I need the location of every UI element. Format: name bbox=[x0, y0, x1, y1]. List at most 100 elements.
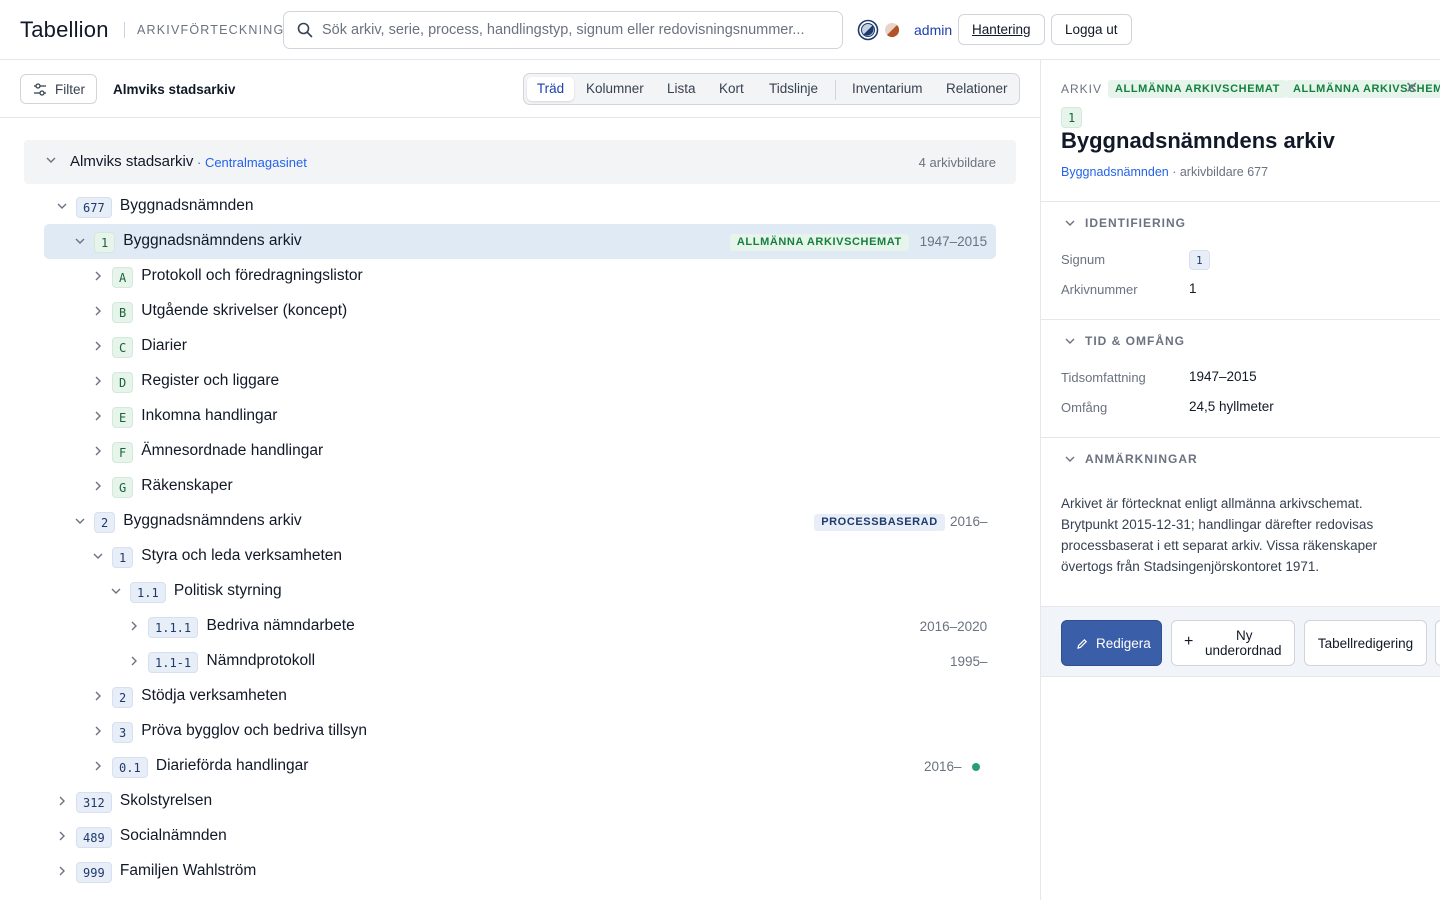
tree-row[interactable]: 1.1.1 Bedriva nämndarbete 2016–2020 bbox=[44, 609, 996, 644]
tree-row[interactable]: 1 Styra och leda verksamheten bbox=[44, 539, 996, 574]
divider bbox=[1041, 319, 1440, 320]
date-range: 2016–2020 bbox=[919, 619, 988, 634]
reference-code-badge: 489 bbox=[76, 827, 112, 848]
chevron-down-icon[interactable] bbox=[75, 236, 85, 246]
search-box[interactable] bbox=[283, 11, 843, 49]
tree-row[interactable]: 2 Byggnadsnämndens arkiv 2016– PROCESSBASER… bbox=[44, 504, 996, 539]
tree-row[interactable]: D Register och liggare bbox=[44, 364, 996, 399]
signum-label: Signum bbox=[1061, 252, 1106, 267]
chevron-right-icon[interactable] bbox=[129, 656, 139, 666]
chevron-right-icon[interactable] bbox=[93, 726, 103, 736]
sliders-icon bbox=[34, 83, 46, 96]
extent-value: 24,5 hyllmeter bbox=[1189, 399, 1274, 414]
tab-columns[interactable]: Kolumner bbox=[586, 77, 644, 101]
parent-link[interactable]: Byggnadsnämnden bbox=[1061, 165, 1169, 179]
close-icon[interactable]: ✕ bbox=[1405, 78, 1418, 98]
chevron-right-icon[interactable] bbox=[93, 271, 103, 281]
chevron-right-icon[interactable] bbox=[93, 761, 103, 771]
chevron-right-icon[interactable] bbox=[93, 376, 103, 386]
tree-row[interactable]: 312 Skolstyrelsen bbox=[44, 784, 996, 819]
tree-row[interactable]: 1.1-1 Nämndprotokoll 1995– bbox=[44, 644, 996, 679]
tab-relations[interactable]: Relationer bbox=[946, 77, 1008, 101]
chevron-down-icon bbox=[1065, 456, 1075, 462]
tree-row[interactable]: 999 Familjen Wahlström bbox=[44, 854, 996, 889]
view-divider bbox=[835, 80, 836, 100]
search-input[interactable] bbox=[322, 12, 837, 48]
reference-code-badge: C bbox=[112, 337, 134, 358]
color-theme-icon[interactable] bbox=[884, 22, 900, 38]
tree-item-label: Byggnadsnämndens arkiv bbox=[123, 512, 302, 529]
tab-tree[interactable]: Träd bbox=[527, 77, 574, 101]
tree-row[interactable]: 2 Stödja verksamheten bbox=[44, 679, 996, 714]
search-icon bbox=[297, 22, 313, 38]
more-actions-button[interactable] bbox=[1435, 620, 1440, 666]
tab-list[interactable]: Lista bbox=[667, 77, 696, 101]
tree-row[interactable]: 1.1 Politisk styrning bbox=[44, 574, 996, 609]
tab-inventory[interactable]: Inventarium bbox=[852, 77, 923, 101]
tab-timeline[interactable]: Tidslinje bbox=[769, 77, 818, 101]
table-edit-button[interactable]: Tabellredigering bbox=[1304, 620, 1427, 666]
chevron-right-icon[interactable] bbox=[57, 796, 67, 806]
new-child-button[interactable]: + Ny underordnad bbox=[1171, 620, 1295, 666]
date-range: 1995– bbox=[950, 654, 988, 669]
chevron-right-icon[interactable] bbox=[57, 831, 67, 841]
app-logo[interactable]: Tabellion bbox=[20, 17, 109, 43]
logout-button[interactable]: Logga ut bbox=[1051, 14, 1132, 45]
manage-button[interactable]: Hantering bbox=[958, 14, 1045, 45]
chevron-right-icon[interactable] bbox=[129, 621, 139, 631]
tree-row[interactable]: B Utgående skrivelser (koncept) bbox=[44, 294, 996, 329]
tree-row[interactable]: 0.1 Diarieförda handlingar 2016– bbox=[44, 749, 996, 784]
extent-label: Omfång bbox=[1061, 400, 1108, 415]
tree-row[interactable]: 3 Pröva bygglov och bedriva tillsyn bbox=[44, 714, 996, 749]
logo-divider bbox=[124, 22, 125, 38]
breadcrumb[interactable]: Almviks stadsarkiv bbox=[113, 82, 235, 97]
tree-row[interactable]: A Protokoll och föredragningslistor bbox=[44, 259, 996, 294]
repository-row[interactable]: Almviks stadsarkiv · Centralmagasinet 4 … bbox=[24, 140, 1016, 184]
current-user[interactable]: admin bbox=[914, 22, 952, 38]
chevron-right-icon[interactable] bbox=[93, 446, 103, 456]
schema-tag: PROCESSBASERAD bbox=[814, 514, 945, 531]
edit-button[interactable]: Redigera bbox=[1061, 620, 1162, 666]
reference-code-badge: G bbox=[112, 477, 134, 498]
tree-row[interactable]: 489 Socialnämnden bbox=[44, 819, 996, 854]
tree-row[interactable]: F Ämnesordnade handlingar bbox=[44, 434, 996, 469]
tree-row[interactable]: G Räkenskaper bbox=[44, 469, 996, 504]
new-child-label-1: Ny bbox=[1236, 628, 1253, 643]
reference-code-badge: 677 bbox=[76, 197, 112, 218]
chevron-right-icon[interactable] bbox=[93, 411, 103, 421]
schema-tag: ALLMÄNNA ARKIVSCHEMAT bbox=[1108, 80, 1287, 98]
repository-location[interactable]: · Centralmagasinet bbox=[197, 155, 307, 170]
chevron-right-icon[interactable] bbox=[93, 691, 103, 701]
tree-item-label: Utgående skrivelser (koncept) bbox=[141, 302, 348, 319]
chevron-right-icon[interactable] bbox=[93, 341, 103, 351]
chevron-right-icon[interactable] bbox=[93, 481, 103, 491]
chevron-down-icon[interactable] bbox=[75, 516, 85, 526]
reference-code-badge: E bbox=[112, 407, 134, 428]
tree-row[interactable]: C Diarier bbox=[44, 329, 996, 364]
tree-item-label: Protokoll och föredragningslistor bbox=[141, 267, 363, 284]
filter-button[interactable]: Filter bbox=[20, 74, 97, 104]
chevron-right-icon[interactable] bbox=[57, 866, 67, 876]
app-subtitle: ARKIVFÖRTECKNING bbox=[137, 23, 285, 37]
reference-code-badge: 1.1-1 bbox=[148, 652, 199, 673]
signum-value: 1 bbox=[1189, 250, 1210, 270]
chevron-down-icon[interactable] bbox=[111, 586, 121, 596]
tree-item-label: Styra och leda verksamheten bbox=[141, 547, 343, 564]
tree-item-label: Bedriva nämndarbete bbox=[206, 617, 355, 634]
archive-number-label: Arkivnummer bbox=[1061, 282, 1138, 297]
reference-code-badge: 2 bbox=[112, 687, 134, 708]
chevron-down-icon[interactable] bbox=[46, 156, 56, 164]
tab-cards[interactable]: Kort bbox=[719, 77, 744, 101]
chevron-down-icon[interactable] bbox=[93, 551, 103, 561]
reference-code-badge: 3 bbox=[112, 722, 134, 743]
tree-row[interactable]: 1 Byggnadsnämndens arkiv 1947–2015 ALLMÄNNA… bbox=[44, 224, 996, 259]
tree-item-label: Inkomna handlingar bbox=[141, 407, 278, 424]
chevron-down-icon[interactable] bbox=[57, 201, 67, 211]
date-range: 2016– bbox=[950, 514, 988, 529]
tree-row[interactable]: E Inkomna handlingar bbox=[44, 399, 996, 434]
tree-item-label: Skolstyrelsen bbox=[119, 792, 213, 809]
contrast-toggle-icon[interactable] bbox=[857, 19, 879, 41]
tree-row[interactable]: 677 Byggnadsnämnden bbox=[44, 189, 996, 224]
time-span-label: Tidsomfattning bbox=[1061, 370, 1146, 385]
chevron-right-icon[interactable] bbox=[93, 306, 103, 316]
